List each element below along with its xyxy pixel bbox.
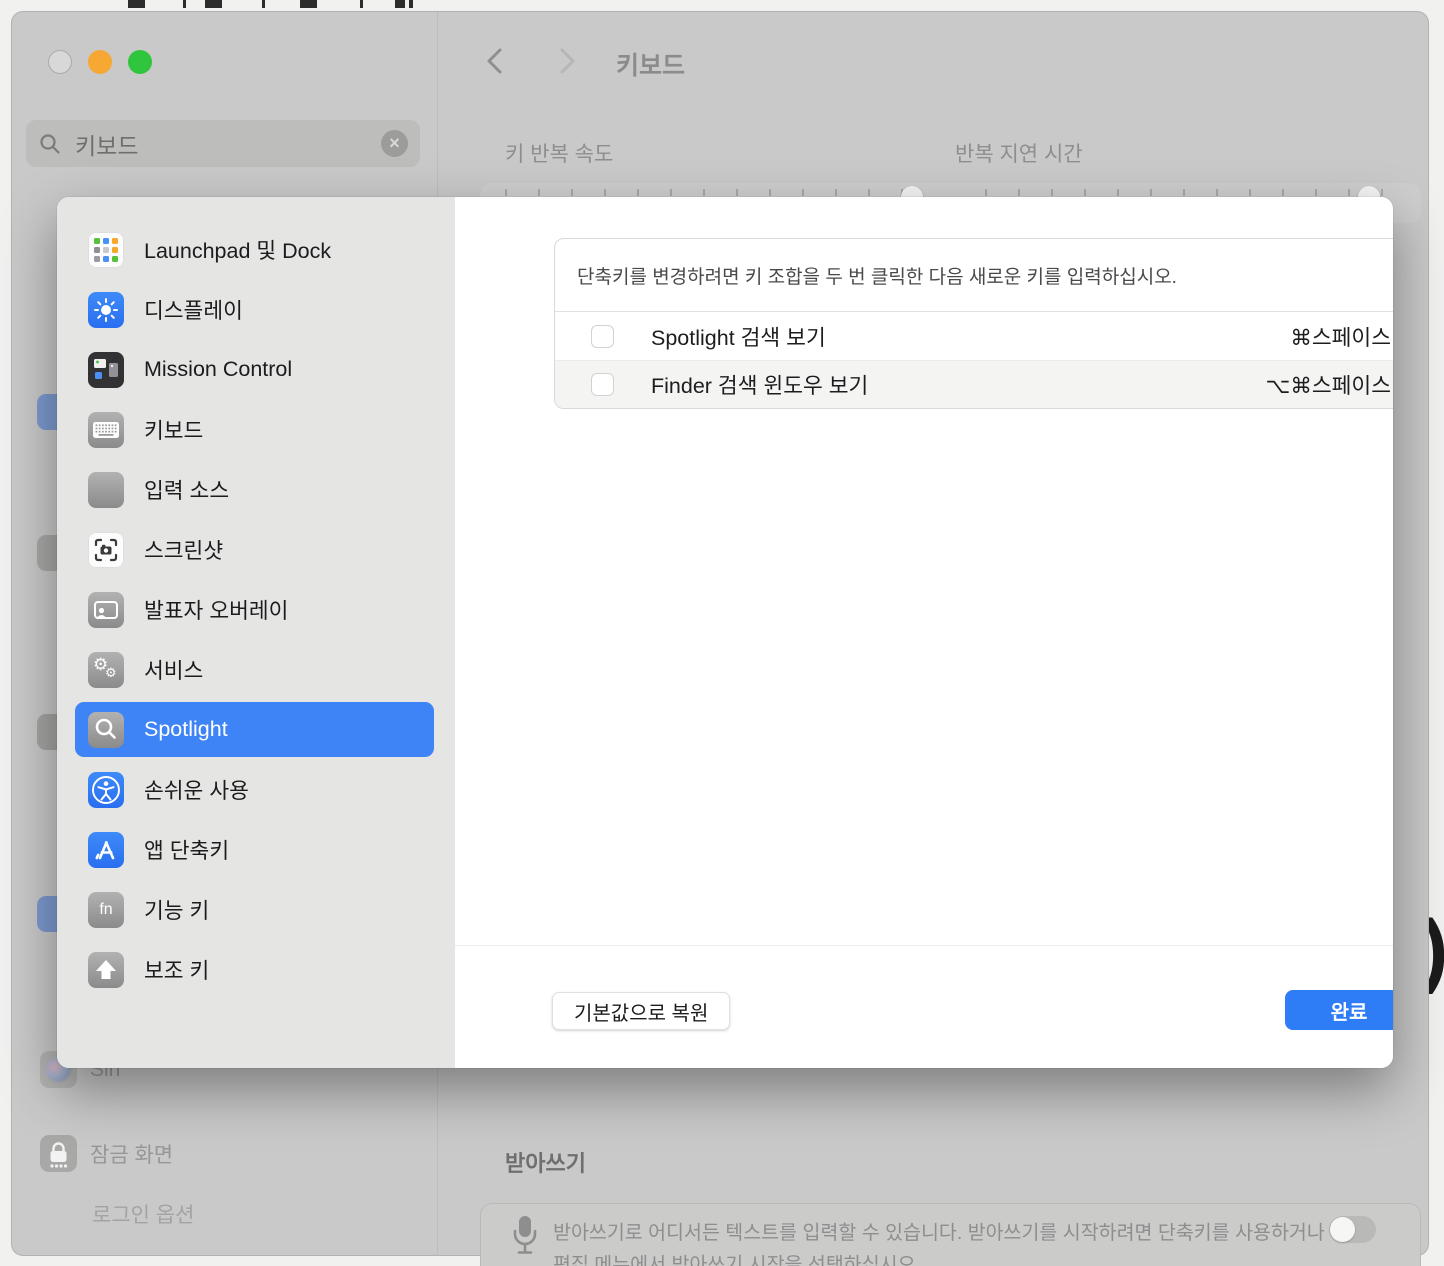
search-icon [38, 132, 62, 156]
clipped-glyph [300, 0, 317, 8]
sheet-sidebar-item-mission-control[interactable]: Mission Control [75, 342, 434, 397]
dictation-heading: 받아쓰기 [505, 1146, 586, 1178]
sheet-sidebar-item-label: Spotlight [144, 717, 228, 742]
shortcut-checkbox[interactable] [591, 325, 614, 348]
page-title: 키보드 [616, 46, 685, 82]
keyboard-icon [88, 412, 124, 448]
shortcut-row[interactable]: Finder 검색 윈도우 보기⌥⌘스페이스 [555, 360, 1393, 408]
sheet-sidebar-item-스크린샷[interactable]: 스크린샷 [75, 522, 434, 577]
forward-button[interactable] [555, 47, 579, 75]
sidebar-item-label: 로그인 옵션 [92, 1199, 194, 1229]
shortcut-categories-sidebar: Launchpad 및 Dock 디스플레이 Mission Control 키보드입… [57, 197, 455, 1068]
sheet-sidebar-item-label: 앱 단축키 [144, 834, 229, 865]
sheet-sidebar-item-입력-소스[interactable]: 입력 소스 [75, 462, 434, 517]
lock-icon [40, 1135, 77, 1172]
sheet-sidebar-item-기능-키[interactable]: fn 기능 키 [75, 882, 434, 937]
sidebar-item-login-options[interactable]: 로그인 옵션 [92, 1199, 194, 1229]
dictation-card: 받아쓰기로 어디서든 텍스트를 입력할 수 있습니다. 받아쓰기를 시작하려면 … [480, 1203, 1421, 1266]
clipped-glyph [128, 0, 145, 8]
repeat-delay-slider-ticks [985, 189, 1399, 196]
shortcut-label: Spotlight 검색 보기 [651, 321, 1290, 352]
sheet-sidebar-item-spotlight[interactable]: Spotlight [75, 702, 434, 757]
sheet-sidebar-item-label: 스크린샷 [144, 534, 223, 565]
restore-defaults-button[interactable]: 기본값으로 복원 [552, 992, 730, 1030]
minimize-button[interactable] [88, 50, 112, 74]
occluded-app-icon [37, 714, 57, 750]
shortcuts-panel: 단축키를 변경하려면 키 조합을 두 번 클릭한 다음 새로운 키를 입력하십시… [455, 197, 1393, 1068]
shortcuts-card: 단축키를 변경하려면 키 조합을 두 번 클릭한 다음 새로운 키를 입력하십시… [554, 238, 1393, 409]
sheet-sidebar-item-label: 손쉬운 사용 [144, 774, 249, 805]
sheet-sidebar-item-서비스[interactable]: ⚙⚙ 서비스 [75, 642, 434, 697]
close-button[interactable] [48, 50, 72, 74]
app-shortcuts-icon [88, 832, 124, 868]
sheet-sidebar-item-label: 기능 키 [144, 894, 209, 925]
sheet-sidebar-item-label: 보조 키 [144, 954, 209, 985]
clipped-glyph [360, 0, 363, 8]
clipped-glyph [183, 0, 186, 8]
microphone-icon [511, 1214, 539, 1258]
launchpad-icon [88, 232, 124, 268]
shortcut-value[interactable]: ⌥⌘스페이스 [1266, 369, 1391, 400]
key-repeat-slider-ticks [505, 189, 909, 196]
clear-search-icon[interactable]: × [381, 130, 408, 157]
shortcut-checkbox[interactable] [591, 373, 614, 396]
modifier-keys-icon [88, 952, 124, 988]
shortcut-value[interactable]: ⌘스페이스 [1290, 321, 1391, 352]
shortcuts-instruction: 단축키를 변경하려면 키 조합을 두 번 클릭한 다음 새로운 키를 입력하십시… [555, 239, 1393, 312]
clipped-glyph [395, 0, 405, 8]
dictation-toggle[interactable] [1329, 1216, 1376, 1243]
clipped-glyph [262, 0, 265, 8]
occluded-app-icon [37, 535, 57, 571]
sheet-sidebar-item-디스플레이[interactable]: 디스플레이 [75, 282, 434, 337]
sheet-sidebar-item-label: 발표자 오버레이 [144, 594, 288, 625]
sheet-sidebar-item-키보드[interactable]: 키보드 [75, 402, 434, 457]
shortcut-row[interactable]: Spotlight 검색 보기⌘스페이스 [555, 312, 1393, 360]
search-input[interactable]: 키보드 × [26, 120, 420, 167]
toggle-knob [1330, 1217, 1355, 1242]
sidebar-item-label: 잠금 화면 [90, 1139, 173, 1169]
occluded-app-icon [37, 394, 57, 430]
fn-key-icon: fn [88, 892, 124, 928]
input-sources-icon [88, 472, 124, 508]
footer-divider [455, 945, 1393, 946]
presenter-overlay-icon [88, 592, 124, 628]
clipped-glyph [205, 0, 222, 8]
sheet-sidebar-item-label: 디스플레이 [144, 294, 243, 325]
occluded-app-icon [37, 896, 57, 932]
search-value: 키보드 [75, 127, 381, 161]
accessibility-icon [88, 772, 124, 808]
repeat-delay-label: 반복 지연 시간 [955, 138, 1083, 168]
back-button[interactable] [483, 47, 507, 75]
shortcut-label: Finder 검색 윈도우 보기 [651, 369, 1266, 400]
mission-control-icon [88, 352, 124, 388]
spotlight-icon [88, 712, 124, 748]
sheet-sidebar-item-앱-단축키[interactable]: 앱 단축키 [75, 822, 434, 877]
dictation-description: 받아쓰기로 어디서든 텍스트를 입력할 수 있습니다. 받아쓰기를 시작하려면 … [553, 1217, 1333, 1266]
services-icon: ⚙⚙ [88, 652, 124, 688]
screenshot-icon [88, 532, 124, 568]
sheet-sidebar-item-손쉬운-사용[interactable]: 손쉬운 사용 [75, 762, 434, 817]
sheet-sidebar-item-label: 서비스 [144, 654, 203, 685]
screen: ) 키보드 × 키보드 키 반복 속도 반복 지연 시간 받아쓰기 받아쓰 [0, 0, 1444, 1266]
sheet-sidebar-item-label: 키보드 [144, 414, 203, 445]
display-icon [88, 292, 124, 328]
dictation-line2: 편집 메뉴에서 받아쓰기 시작을 선택하십시오. [553, 1249, 1333, 1266]
sheet-sidebar-item-label: 입력 소스 [144, 474, 229, 505]
done-button[interactable]: 완료 [1285, 990, 1393, 1030]
clipped-glyph [409, 0, 413, 8]
sheet-sidebar-item-보조-키[interactable]: 보조 키 [75, 942, 434, 997]
key-repeat-rate-label: 키 반복 속도 [505, 138, 613, 168]
sheet-sidebar-item-launchpad-및-dock[interactable]: Launchpad 및 Dock [75, 222, 434, 277]
keyboard-shortcuts-sheet: Launchpad 및 Dock 디스플레이 Mission Control 키보드입… [57, 197, 1393, 1068]
sheet-sidebar-item-label: Mission Control [144, 357, 292, 382]
sidebar-item-lock-screen[interactable]: 잠금 화면 [40, 1135, 173, 1172]
sheet-sidebar-item-발표자-오버레이[interactable]: 발표자 오버레이 [75, 582, 434, 637]
dictation-line1: 받아쓰기로 어디서든 텍스트를 입력할 수 있습니다. 받아쓰기를 시작하려면 … [553, 1217, 1333, 1249]
sheet-sidebar-item-label: Launchpad 및 Dock [144, 234, 331, 265]
zoom-button[interactable] [128, 50, 152, 74]
